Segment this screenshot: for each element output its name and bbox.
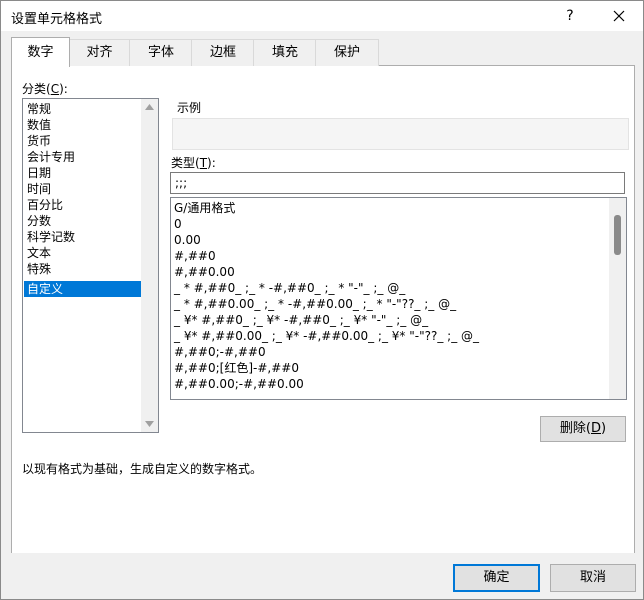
sample-preview <box>172 118 629 150</box>
ok-button[interactable]: 确定 <box>453 564 540 592</box>
format-item[interactable]: 0 <box>174 216 182 232</box>
format-item[interactable]: _ * #,##0_ ;_ * -#,##0_ ;_ * "-"_ ;_ @_ <box>174 280 405 296</box>
category-item-custom[interactable]: 自定义 <box>24 281 145 297</box>
tab-alignment[interactable]: 对齐 <box>68 39 131 66</box>
cancel-button[interactable]: 取消 <box>550 564 636 592</box>
format-item[interactable]: G/通用格式 <box>174 200 235 216</box>
category-item-special[interactable]: 特殊 <box>24 261 145 277</box>
delete-button[interactable]: 删除(D) <box>540 416 626 442</box>
category-item-time[interactable]: 时间 <box>24 181 145 197</box>
category-list[interactable]: 常规 数值 货币 会计专用 日期 时间 百分比 分数 科学记数 文本 特殊 自定… <box>22 98 159 433</box>
close-button[interactable] <box>601 5 637 27</box>
format-item[interactable]: _ ¥* #,##0.00_ ;_ ¥* -#,##0.00_ ;_ ¥* "-… <box>174 328 479 344</box>
category-item-percentage[interactable]: 百分比 <box>24 197 145 213</box>
category-label: 分类(C): <box>22 80 68 97</box>
type-accel-key: T <box>199 156 208 170</box>
delete-button-end: ) <box>601 421 607 436</box>
type-input[interactable] <box>170 172 625 194</box>
format-item[interactable]: #,##0.00;-#,##0.00 <box>174 376 304 392</box>
tab-protection[interactable]: 保护 <box>315 39 379 66</box>
tab-number[interactable]: 数字 <box>11 37 70 67</box>
tab-font[interactable]: 字体 <box>129 39 193 66</box>
category-item-currency[interactable]: 货币 <box>24 133 145 149</box>
category-label-end: ): <box>59 82 68 96</box>
type-label-end: ): <box>207 156 216 170</box>
scroll-up-icon[interactable] <box>145 104 154 110</box>
category-item-text[interactable]: 文本 <box>24 245 145 261</box>
dialog-title: 设置单元格格式 <box>11 12 103 27</box>
format-list[interactable]: G/通用格式 0 0.00 #,##0 #,##0.00 _ * #,##0_ … <box>170 197 627 400</box>
format-item[interactable]: _ ¥* #,##0_ ;_ ¥* -#,##0_ ;_ ¥* "-"_ ;_ … <box>174 312 428 328</box>
delete-button-label: 删除( <box>559 421 591 436</box>
type-label-text: 类型( <box>171 156 200 170</box>
delete-accel-key: D <box>590 421 601 436</box>
format-scroll-thumb[interactable] <box>614 215 621 255</box>
tab-border[interactable]: 边框 <box>191 39 255 66</box>
category-accel-key: C <box>50 82 60 96</box>
format-cells-dialog: 设置单元格格式 ? 数字 对齐 字体 边框 填充 保护 分类(C): 常规 数值… <box>0 0 644 600</box>
category-item-fraction[interactable]: 分数 <box>24 213 145 229</box>
format-item[interactable]: #,##0;[红色]-#,##0 <box>174 360 299 376</box>
title-bar[interactable]: 设置单元格格式 ? <box>1 1 643 31</box>
scroll-down-icon[interactable] <box>145 421 154 427</box>
tab-fill[interactable]: 填充 <box>253 39 317 66</box>
category-scrollbar[interactable] <box>141 99 158 432</box>
format-item[interactable]: #,##0 <box>174 248 216 264</box>
category-item-scientific[interactable]: 科学记数 <box>24 229 145 245</box>
category-item-number[interactable]: 数值 <box>24 117 145 133</box>
format-description: 以现有格式为基础，生成自定义的数字格式。 <box>22 462 263 476</box>
format-item[interactable]: _ * #,##0.00_ ;_ * -#,##0.00_ ;_ * "-"??… <box>174 296 456 312</box>
dialog-footer <box>1 553 643 599</box>
type-label: 类型(T): <box>171 154 216 171</box>
format-item[interactable]: #,##0;-#,##0 <box>174 344 266 360</box>
category-item-accounting[interactable]: 会计专用 <box>24 149 145 165</box>
format-scrollbar[interactable] <box>609 198 626 399</box>
format-item[interactable]: #,##0.00 <box>174 264 235 280</box>
close-icon <box>613 10 625 22</box>
category-label-text: 分类( <box>22 82 51 96</box>
category-item-date[interactable]: 日期 <box>24 165 145 181</box>
format-item[interactable]: 0.00 <box>174 232 201 248</box>
help-button[interactable]: ? <box>554 5 586 27</box>
category-item-general[interactable]: 常规 <box>24 101 145 117</box>
sample-label: 示例 <box>177 101 202 115</box>
